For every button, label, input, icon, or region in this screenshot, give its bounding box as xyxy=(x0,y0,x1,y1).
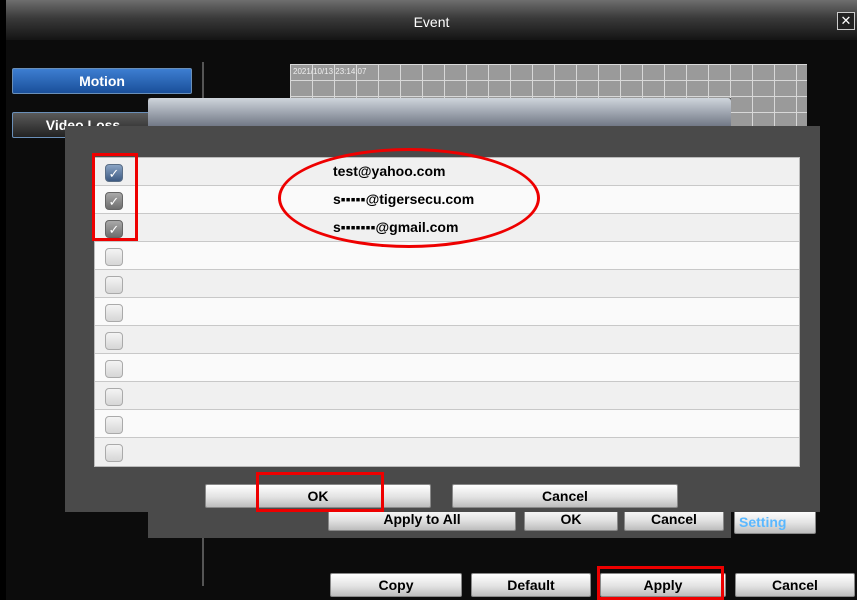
email-row[interactable] xyxy=(95,326,799,354)
email-checkbox[interactable] xyxy=(105,388,123,406)
setting-button[interactable]: Setting xyxy=(734,510,816,534)
email-checkbox[interactable] xyxy=(105,276,123,294)
email-checkbox[interactable] xyxy=(105,304,123,322)
email-checkbox[interactable] xyxy=(105,444,123,462)
annotation-ok-highlight xyxy=(256,472,384,512)
annotation-email-highlight xyxy=(278,148,540,248)
default-button[interactable]: Default xyxy=(471,573,591,597)
close-icon[interactable]: ✕ xyxy=(837,12,855,30)
email-row[interactable] xyxy=(95,438,799,466)
popup-cancel-button[interactable]: Cancel xyxy=(452,484,678,508)
email-row[interactable] xyxy=(95,270,799,298)
annotation-checkbox-highlight xyxy=(92,153,138,241)
window-titlebar: Event ✕ xyxy=(6,0,857,40)
copy-button[interactable]: Copy xyxy=(330,573,462,597)
annotation-apply-highlight xyxy=(597,566,724,600)
inner-dialog-header xyxy=(148,98,731,128)
email-row[interactable] xyxy=(95,382,799,410)
email-row[interactable] xyxy=(95,298,799,326)
email-checkbox[interactable] xyxy=(105,360,123,378)
email-checkbox[interactable] xyxy=(105,332,123,350)
email-row[interactable] xyxy=(95,354,799,382)
email-row[interactable] xyxy=(95,410,799,438)
window-title: Event xyxy=(413,14,450,30)
email-checkbox[interactable] xyxy=(105,248,123,266)
email-checkbox[interactable] xyxy=(105,416,123,434)
email-row[interactable] xyxy=(95,242,799,270)
sidebar-item-motion[interactable]: Motion xyxy=(12,68,192,94)
cancel-button[interactable]: Cancel xyxy=(735,573,855,597)
preview-timestamp: 2021/10/13 23:14:07 xyxy=(293,67,367,76)
